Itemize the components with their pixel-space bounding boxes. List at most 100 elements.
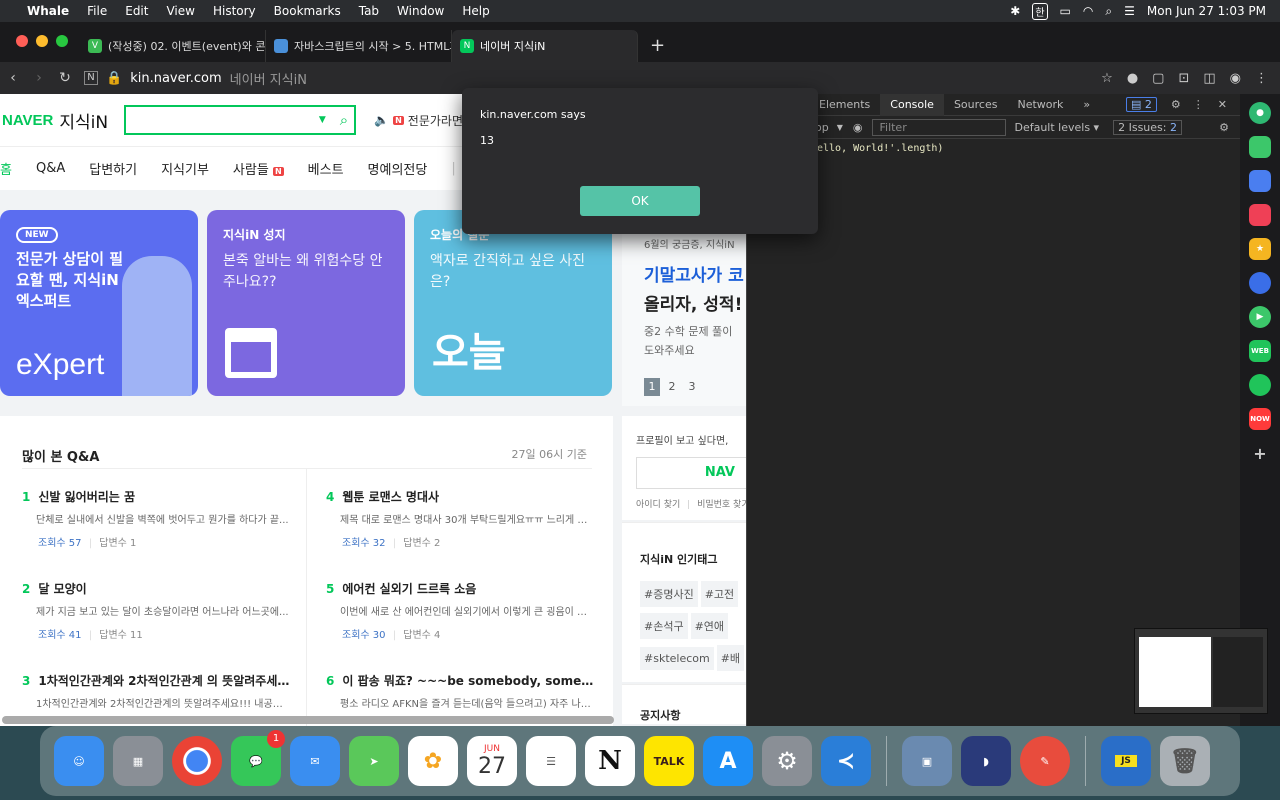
qa-item[interactable]: 3 1차적인간관계와 2차적인간관계 의 뜻알려주세요!!... 1차적인간관계와… (22, 672, 290, 710)
nav-best[interactable]: 베스트 (296, 159, 356, 178)
calendar-icon[interactable]: JUN 27 (467, 736, 517, 786)
square-icon[interactable] (1249, 374, 1271, 396)
expert-card[interactable]: NEW 전문가 상담이 필요할 땐, 지식iN 엑스퍼트 eXpert (0, 210, 198, 396)
dropdown-arrow-icon[interactable]: ▼ (837, 123, 843, 132)
safari-icon[interactable]: ✎ (1020, 736, 1070, 786)
naver-login-button[interactable]: NAV (636, 457, 746, 489)
close-devtools-icon[interactable]: ✕ (1218, 98, 1227, 111)
horizontal-scrollbar[interactable] (2, 716, 614, 724)
whale-browser-icon[interactable]: ◗ (961, 736, 1011, 786)
appstore-icon[interactable]: A (703, 736, 753, 786)
input-method-icon[interactable]: 한 (1032, 2, 1048, 20)
new-tab-icon[interactable]: + (638, 35, 665, 62)
spotlight-icon[interactable]: ⌕ (1105, 4, 1112, 19)
mobile-view-icon[interactable]: ▢ (1152, 71, 1164, 86)
korea-flag-icon[interactable]: ● (1127, 71, 1138, 86)
notion-icon[interactable]: N (585, 736, 635, 786)
search-input[interactable]: ▼ ⌕ (124, 105, 357, 135)
menu-file[interactable]: File (78, 4, 116, 18)
issues-button[interactable]: 2 Issues: 2 (1113, 120, 1182, 135)
settings-gear-icon[interactable]: ⚙ (1171, 98, 1181, 111)
nav-qa[interactable]: Q&A (24, 161, 77, 176)
menu-window[interactable]: Window (388, 4, 453, 18)
menu-history[interactable]: History (204, 4, 265, 18)
clock[interactable]: Mon Jun 27 1:03 PM (1147, 4, 1266, 18)
now-icon[interactable]: NOW (1249, 408, 1271, 430)
tab-console[interactable]: Console (880, 93, 944, 116)
wifi-icon[interactable]: ◠ (1083, 4, 1093, 18)
kin-logo[interactable]: 지식iN (59, 108, 108, 133)
maps-icon[interactable]: ➤ (349, 736, 399, 786)
tab-naver-kin[interactable]: N 네이버 지식iN (452, 30, 638, 62)
promo-banner[interactable]: 6월의 궁금증, 지식iN 기말고사가 코 올리자, 성적! 중2 수학 문제 … (622, 210, 746, 406)
js-file-icon[interactable]: JS (1101, 736, 1151, 786)
translate-icon[interactable] (1249, 272, 1271, 294)
app-menu[interactable]: Whale (18, 4, 78, 18)
pocket-icon[interactable] (1249, 204, 1271, 226)
whale-icon[interactable]: ● (1249, 102, 1271, 124)
chat-icon[interactable] (1249, 136, 1271, 158)
nav-people[interactable]: 사람들 N (221, 159, 296, 178)
profile-icon[interactable]: ◉ (1230, 71, 1241, 86)
forward-icon[interactable]: › (26, 70, 52, 86)
star-icon[interactable]: ★ (1249, 238, 1271, 260)
more-tabs-icon[interactable]: » (1073, 94, 1100, 116)
tag-item[interactable]: #손석구 (640, 613, 688, 639)
tab-network[interactable]: Network (1007, 94, 1073, 116)
settings-icon[interactable]: ⚙ (762, 736, 812, 786)
bluetooth-icon[interactable]: ✱ (1010, 4, 1020, 18)
messages-icon[interactable]: 💬 1 (231, 730, 285, 786)
capture-icon[interactable]: ⊡ (1178, 71, 1189, 86)
page-3[interactable]: 3 (684, 378, 700, 396)
play-icon[interactable]: ▶ (1249, 306, 1271, 328)
kakaotalk-icon[interactable]: TALK (644, 736, 694, 786)
console-settings-icon[interactable]: ⚙ (1219, 121, 1229, 134)
bookmark-star-icon[interactable]: ☆ (1101, 71, 1113, 86)
find-pw-link[interactable]: 비밀번호 찾기 (697, 500, 746, 510)
battery-icon[interactable]: ▭ (1060, 4, 1071, 18)
page-1[interactable]: 1 (644, 378, 660, 396)
qa-item[interactable]: 4 웹툰 로맨스 명대사 제목 대로 로맨스 명대사 30개 부탁드릴게요ㅠㅠ 느… (326, 488, 594, 549)
mail-icon[interactable]: ✉ (290, 736, 340, 786)
reload-icon[interactable]: ↻ (52, 70, 78, 86)
launchpad-icon[interactable]: ▦ (113, 736, 163, 786)
page-2[interactable]: 2 (664, 378, 680, 396)
naver-logo[interactable]: NAVER (2, 112, 53, 129)
nav-donation[interactable]: 지식기부 (149, 159, 221, 178)
menu-help[interactable]: Help (453, 4, 498, 18)
naver-home-icon[interactable]: N (84, 71, 98, 85)
finder-icon[interactable]: ☺ (54, 736, 104, 786)
tab-velog-draft[interactable]: V (작성중) 02. 이벤트(event)와 콘솔 (80, 30, 266, 62)
dropdown-arrow-icon[interactable]: ▼ (319, 115, 326, 125)
tag-item[interactable]: #배 (716, 645, 745, 671)
menu-edit[interactable]: Edit (116, 4, 157, 18)
more-menu-icon[interactable]: ⋮ (1255, 71, 1268, 86)
today-question-card[interactable]: 오늘의 질문 액자로 간직하고 싶은 사진은? 오늘 (414, 210, 612, 396)
kebab-menu-icon[interactable]: ⋮ (1193, 98, 1204, 111)
preview-icon[interactable]: ▣ (902, 736, 952, 786)
nav-hall-of-fame[interactable]: 명예의전당 (356, 159, 440, 178)
sacred-place-card[interactable]: 지식iN 성지 본죽 알바는 왜 위험수당 안주나요?? (207, 210, 405, 396)
control-center-icon[interactable]: ☰ (1124, 4, 1135, 18)
screenshot-thumbnail[interactable] (1134, 628, 1268, 714)
tag-item[interactable]: #연애 (690, 613, 729, 639)
menu-tab[interactable]: Tab (350, 4, 388, 18)
qa-item[interactable]: 1 신발 잃어버리는 꿈 단체로 실내에서 신발을 벽쪽에 벗어두고 뭔가를 하다… (22, 488, 290, 549)
menu-view[interactable]: View (157, 4, 203, 18)
split-view-icon[interactable]: ◫ (1203, 71, 1215, 86)
zoom-window-icon[interactable] (56, 35, 68, 47)
close-window-icon[interactable] (16, 35, 28, 47)
trash-icon[interactable]: 🗑 (1160, 736, 1210, 786)
qa-item[interactable]: 2 달 모양이 제가 지금 보고 있는 달이 초승달이라면 어느나라 어느곳에..… (22, 580, 290, 641)
menu-bookmarks[interactable]: Bookmarks (265, 4, 350, 18)
expert-link[interactable]: 🔈 N 전문가라면 (374, 112, 463, 129)
eye-icon[interactable]: ◉ (853, 121, 863, 134)
url-field[interactable]: 🔒 kin.naver.com 네이버 지식iN (106, 69, 307, 88)
log-levels-dropdown[interactable]: Default levels ▾ (1014, 121, 1099, 134)
tag-item[interactable]: #고전 (700, 581, 739, 607)
qa-item[interactable]: 6이 팝송 뭐죠? ~~~be somebody, someone li... … (326, 672, 594, 710)
add-icon[interactable]: + (1249, 442, 1271, 464)
tab-js-tutorial[interactable]: 자바스크립트의 시작 > 5. HTML과 (266, 30, 452, 62)
nav-home[interactable]: 홈 (0, 159, 24, 178)
chrome-icon[interactable] (172, 736, 222, 786)
